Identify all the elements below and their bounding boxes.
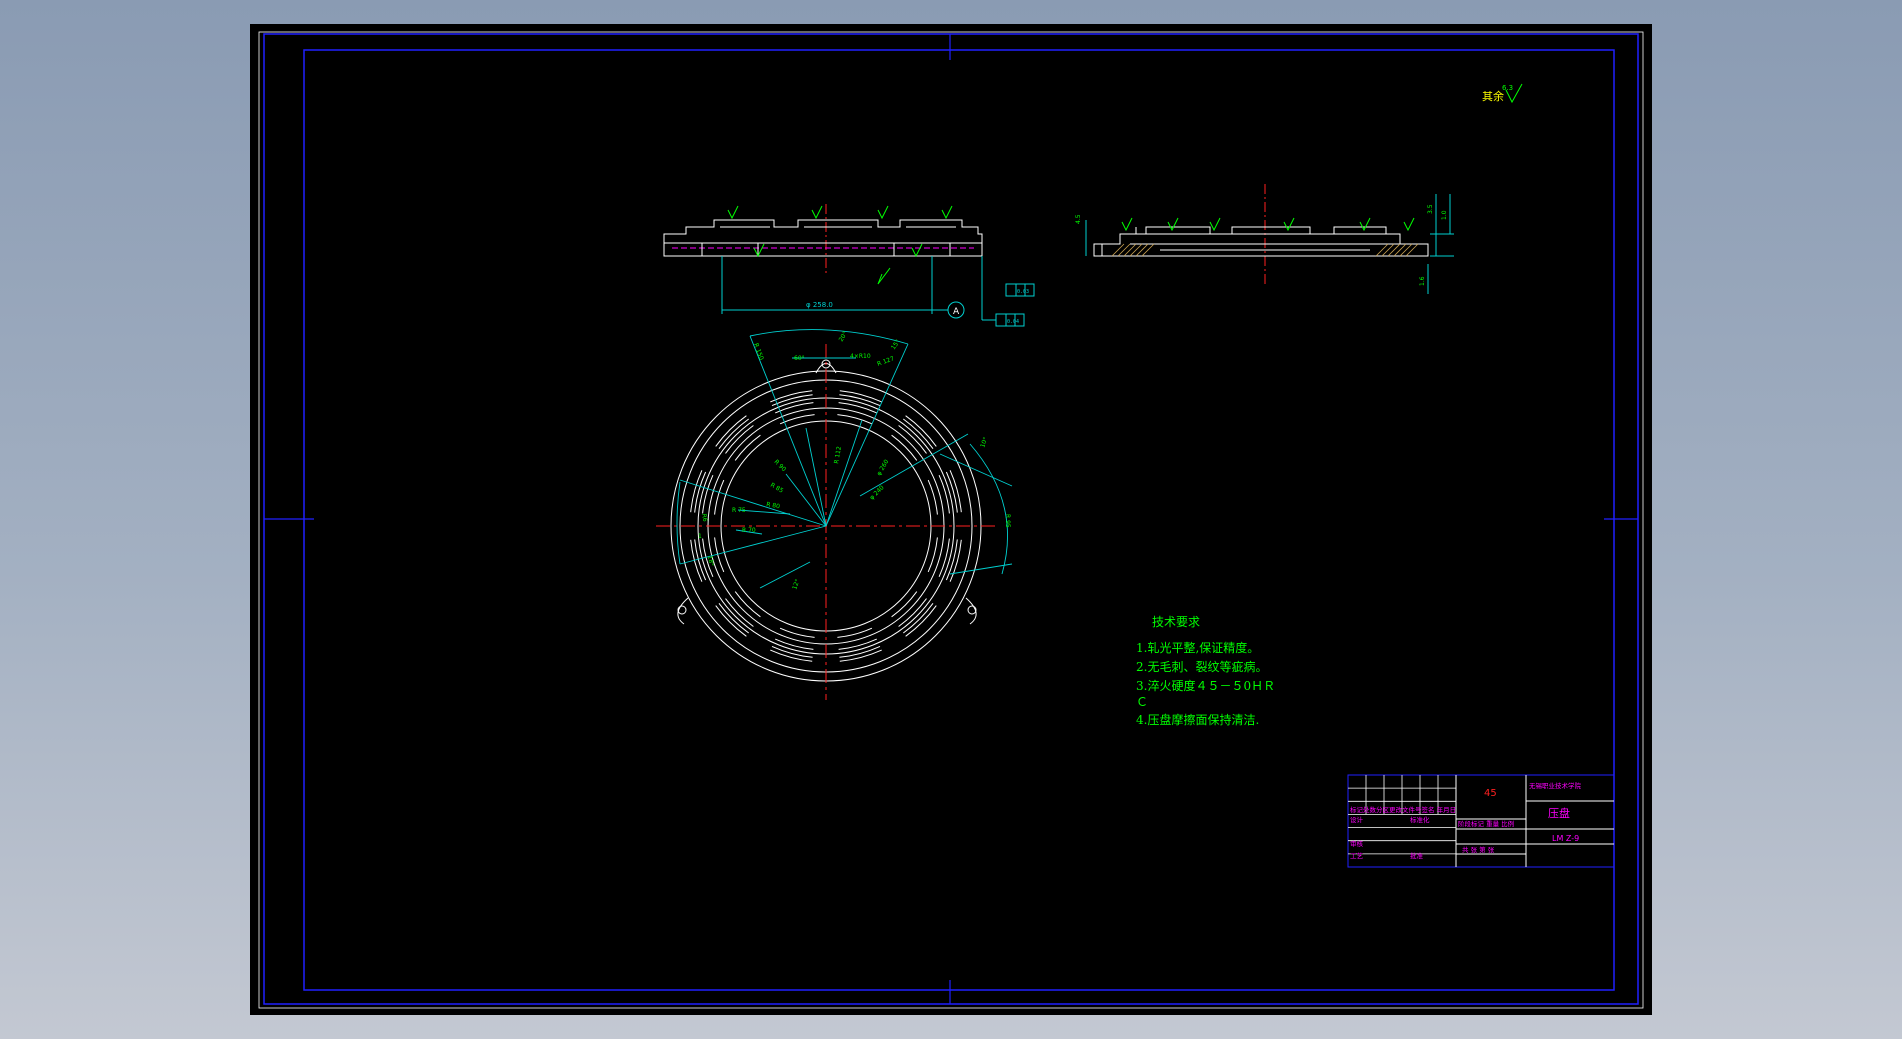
mounting-lug-right <box>965 597 977 625</box>
slot-arc <box>715 605 747 637</box>
front-roughness-marks <box>727 205 953 285</box>
slot-arc <box>774 402 814 414</box>
front-section-view: φ 258.0 A 0.03 0.04 <box>663 204 1035 327</box>
side-dim-1: 4.5 <box>1075 214 1082 224</box>
slot-arc <box>903 603 934 634</box>
slot-arc <box>949 539 962 582</box>
roughness-label: 其余 <box>1482 89 1504 103</box>
dim-r127: R 127 <box>876 355 895 368</box>
slot-arc <box>718 418 749 449</box>
dim-phi240: φ 240 <box>868 484 885 501</box>
plan-dimension-lines <box>676 329 1013 589</box>
dim-ang-b: 20° <box>838 330 849 343</box>
slot-arc <box>690 470 703 513</box>
title-block-grid <box>1348 775 1456 855</box>
dim-ang-c: 15° <box>890 338 902 351</box>
tb-drawing-no: LM Z-9 <box>1552 834 1579 843</box>
dim-r70: R 70 <box>742 527 756 534</box>
slot-arc <box>839 390 882 403</box>
dim-r80: R 80 <box>766 501 781 510</box>
tb-label-review: 审核 <box>1350 839 1364 848</box>
slot-arc <box>718 603 749 634</box>
dim-phi260: φ 260 <box>876 458 891 477</box>
side-roughness-marks <box>1121 217 1415 232</box>
slot-arc <box>702 474 714 514</box>
cad-viewport[interactable]: 其余 6.3 φ 258.0 A 0.03 0.04 4.5 3.5 1.0 1… <box>250 24 1652 1015</box>
slot-arc <box>938 538 950 578</box>
slot-arc <box>770 390 813 403</box>
roughness-value: 6.3 <box>1502 84 1513 92</box>
slot-arc <box>905 605 937 637</box>
slot-arc <box>905 415 937 447</box>
slot-arc <box>938 474 950 514</box>
slot-arc <box>774 638 814 650</box>
tb-label-stage: 阶段标记 重量 比例 <box>1458 819 1514 828</box>
side-dim-3: 1.0 <box>1441 210 1448 220</box>
dim-r75: R 75 <box>732 507 746 514</box>
front-length-label: φ 258.0 <box>806 301 833 309</box>
tb-label-design: 设计 <box>1350 815 1364 824</box>
slot-arc <box>903 418 934 449</box>
dim-r150: R 150 <box>752 342 765 361</box>
white-border <box>258 31 1644 1009</box>
tb-label-std: 标准化 <box>1410 815 1430 824</box>
tech-item-4: 4.压盘摩擦面保持清洁. <box>1136 712 1259 727</box>
tb-school: 无锡职业技术学院 <box>1529 781 1582 790</box>
dim-ang2: 10° <box>979 436 989 448</box>
technical-requirements: 技术要求 1.轧光平整,保证精度。 2.无毛刺、裂纹等疵病。 3.淬火硬度４５－… <box>1136 615 1275 727</box>
plan-dimension-labels: R 150 60° 20° 15° 4×R10 R 127 R 112 φ 26… <box>698 330 1011 590</box>
dim-d1: 4×R10 <box>850 353 871 360</box>
mounting-lug-left <box>677 597 689 625</box>
plan-view: R 150 60° 20° 15° 4×R10 R 127 R 112 φ 26… <box>656 329 1013 700</box>
tech-item-2: 2.无毛刺、裂纹等疵病。 <box>1136 659 1267 674</box>
slot-arc <box>838 402 878 414</box>
tech-title: 技术要求 <box>1152 615 1200 629</box>
dim-r90: R 90 <box>773 458 788 473</box>
dim-r95: R 95 <box>1004 514 1011 528</box>
tech-item-1: 1.轧光平整,保证精度。 <box>1136 640 1259 655</box>
tb-label-row1: 标记处数分区更改文件号签名 年月日 <box>1350 805 1456 814</box>
tb-label-process: 工艺 <box>1350 852 1364 860</box>
dim-ang4: 12° <box>791 578 801 590</box>
drawing-canvas: 其余 6.3 φ 258.0 A 0.03 0.04 4.5 3.5 1.0 1… <box>258 31 1644 1009</box>
roughness-note: 其余 6.3 <box>1482 83 1523 104</box>
tb-label-approve: 批准 <box>1410 851 1424 860</box>
side-view-outline <box>1093 233 1429 257</box>
side-dim-4: 1.6 <box>1419 276 1426 286</box>
slot-arc <box>838 638 878 650</box>
slot-arc <box>770 649 813 662</box>
dim-ang-a: 60° <box>794 355 805 362</box>
side-section-view: 4.5 3.5 1.0 1.6 <box>1075 184 1454 294</box>
dim-r6: R6 <box>700 513 708 522</box>
tolerance-2-value: 0.04 <box>1007 319 1019 325</box>
side-hatch-left <box>1111 243 1155 257</box>
datum-a-label: A <box>953 307 960 317</box>
outer-frame <box>263 33 1639 1005</box>
inner-frame <box>303 49 1615 991</box>
tb-part-name: 压盘 <box>1548 806 1570 820</box>
side-dim-2: 3.5 <box>1427 204 1434 214</box>
tb-label-sheets: 共 张 第 张 <box>1462 845 1495 854</box>
tech-item-3: 3.淬火硬度４５－５0ＨＲ <box>1136 678 1275 693</box>
tb-material: 45 <box>1484 788 1497 799</box>
dim-small: 1 <box>698 533 702 540</box>
side-hatch-right <box>1375 243 1419 257</box>
centering-marks <box>264 34 1638 1004</box>
title-block-text: 45 无锡职业技术学院 压盘 LM Z-9 标记处数分区更改文件号签名 年月日 … <box>1350 781 1582 860</box>
slot-arc <box>715 415 747 447</box>
slot-arc <box>839 649 882 662</box>
tech-item-3b: Ｃ <box>1136 695 1148 709</box>
dim-r112: R 112 <box>833 446 843 465</box>
dim-ang3: 18° <box>706 555 715 567</box>
dim-r85: R 85 <box>769 482 785 495</box>
front-view-outline <box>663 219 983 257</box>
slot-arc <box>949 470 962 513</box>
tolerance-1-value: 0.03 <box>1017 289 1029 295</box>
